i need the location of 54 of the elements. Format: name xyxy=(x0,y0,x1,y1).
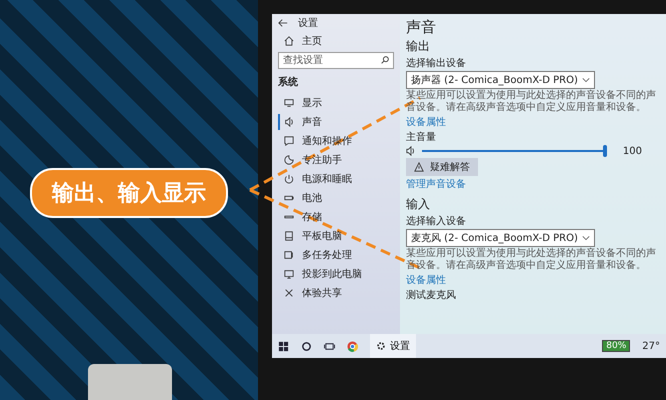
gear-icon xyxy=(376,341,386,351)
monitor-icon xyxy=(284,98,294,108)
search-circle-icon[interactable] xyxy=(301,340,312,352)
sidebar-item[interactable]: 多任务处理 xyxy=(278,247,394,263)
window-title: 设置 xyxy=(298,16,318,30)
speaker-icon xyxy=(406,146,416,156)
caret-icon xyxy=(582,235,590,241)
taskbar-app[interactable]: 设置 xyxy=(370,334,416,358)
page-title: 声音 xyxy=(406,18,436,37)
sidebar-item[interactable]: 平板电脑 xyxy=(278,228,394,244)
field-label: 主音量 xyxy=(406,130,436,144)
troubleshoot-button[interactable]: 疑难解答 xyxy=(406,158,478,176)
description-text: 某些应用可以设置为使用与此处选择的声音设备不同的声音设备。请在高级声音选项中自定义应用音量和设备。 xyxy=(406,90,657,114)
back-arrow-icon[interactable] xyxy=(278,18,288,28)
section-heading: 输出 xyxy=(406,38,430,55)
sidebar-item[interactable]: 声音 xyxy=(278,114,394,130)
field-label: 测试麦克风 xyxy=(406,288,456,302)
cross-icon xyxy=(284,288,294,298)
device-dropdown[interactable]: 麦克风 (2- Comica_BoomX-D PRO) xyxy=(406,229,595,247)
field-label: 选择输入设备 xyxy=(406,214,466,228)
battery-icon xyxy=(284,193,294,203)
speaker-icon xyxy=(284,117,294,127)
start-icon[interactable] xyxy=(278,340,289,352)
search-field[interactable]: 查找设置 xyxy=(278,52,394,69)
manage-devices-link[interactable]: 管理声音设备 xyxy=(406,177,466,191)
window-icon xyxy=(284,250,294,260)
weather-temperature[interactable]: 27° xyxy=(642,340,660,352)
message-icon xyxy=(284,136,294,146)
section-heading: 系统 xyxy=(278,76,299,89)
sidebar-item[interactable]: 电池 xyxy=(278,190,394,206)
sidebar-item[interactable]: 显示 xyxy=(278,95,394,111)
search-icon xyxy=(380,55,390,65)
section-heading: 输入 xyxy=(406,196,430,213)
monitor-icon xyxy=(284,269,294,279)
device-dropdown[interactable]: 扬声器 (2- Comica_BoomX-D PRO) xyxy=(406,71,595,89)
device-properties-link[interactable]: 设备属性 xyxy=(406,115,446,129)
power-icon xyxy=(284,174,294,184)
caret-icon xyxy=(582,77,590,83)
battery-indicator[interactable]: 80% xyxy=(602,340,630,352)
home-link[interactable]: 主页 xyxy=(278,33,394,49)
sidebar-item[interactable]: 专注助手 xyxy=(278,152,394,168)
home-icon xyxy=(284,36,294,46)
tablet-icon xyxy=(284,231,294,241)
sidebar-item[interactable]: 体验共享 xyxy=(278,285,394,301)
browser-icon[interactable] xyxy=(347,340,358,352)
moon-icon xyxy=(284,155,294,165)
volume-reading: 100 xyxy=(622,146,642,156)
warning-icon xyxy=(414,162,424,172)
field-label: 选择输出设备 xyxy=(406,56,466,70)
device-properties-link[interactable]: 设备属性 xyxy=(406,273,446,287)
sidebar-item[interactable]: 电源和睡眠 xyxy=(278,171,394,187)
sidebar-item[interactable]: 投影到此电脑 xyxy=(278,266,394,282)
task-view-icon[interactable] xyxy=(324,340,335,352)
callout-label: 输出、输入显示 xyxy=(30,168,228,218)
